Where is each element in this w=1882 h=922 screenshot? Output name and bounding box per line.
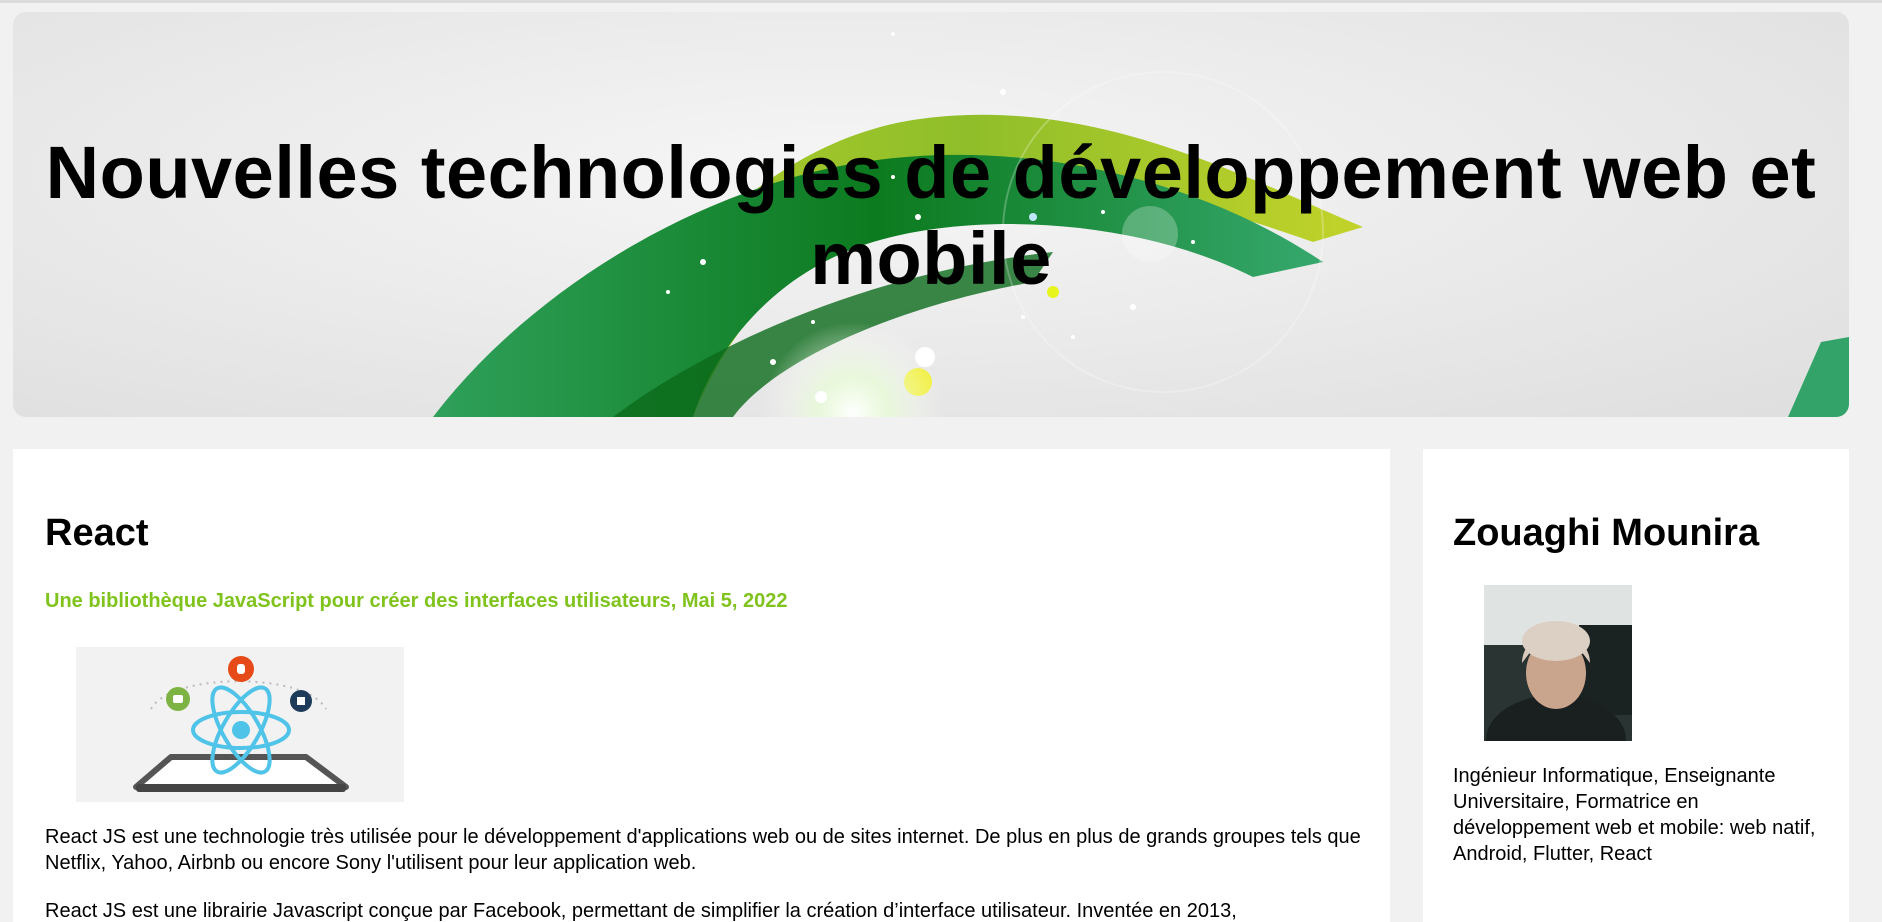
- post-subtitle: Une bibliothèque JavaScript pour créer d…: [45, 590, 788, 612]
- author-bio: Ingénieur Informatique, Enseignante Univ…: [1453, 765, 1816, 865]
- react-atom-mobile-icon: [133, 656, 349, 792]
- author-card: Zouaghi Mounira Ingénieur Informatique, …: [1423, 449, 1849, 922]
- browser-edge: [0, 0, 1882, 3]
- header-banner: Nouvelles technologies de développement …: [13, 12, 1849, 417]
- author-avatar: [1484, 585, 1632, 741]
- post-image: [76, 647, 404, 802]
- post-paragraph: React JS est une technologie très utilis…: [45, 826, 1361, 874]
- post-paragraph: React JS est une librairie Javascript co…: [45, 900, 1237, 922]
- author-name: Zouaghi Mounira: [1453, 512, 1760, 554]
- post-card: React Une bibliothèque JavaScript pour c…: [13, 449, 1390, 922]
- site-title: Nouvelles technologies de développement …: [45, 131, 1817, 300]
- post-title: React: [45, 512, 149, 554]
